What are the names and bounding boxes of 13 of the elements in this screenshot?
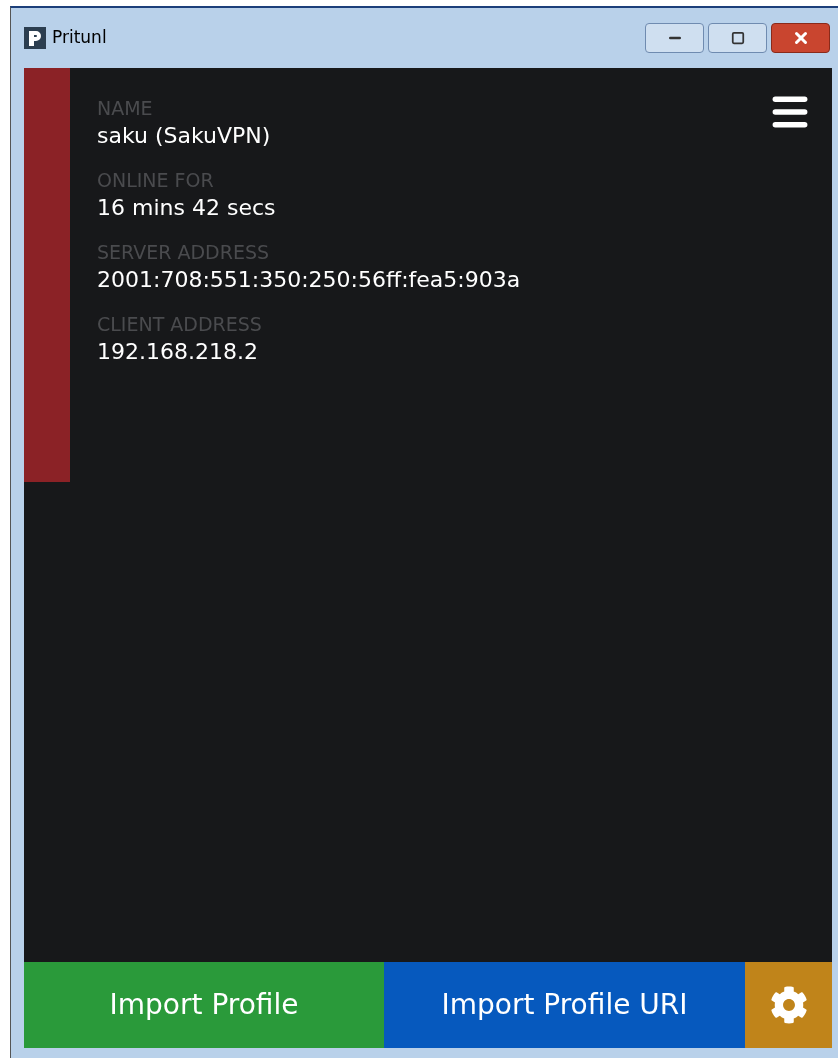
settings-icon	[769, 986, 808, 1024]
field-value: 192.168.218.2	[97, 338, 259, 366]
field-value: 16 mins 42 secs	[97, 194, 277, 222]
import-button[interactable]: Import Profile	[24, 962, 384, 1048]
maximize-icon	[730, 31, 745, 45]
field-value: saku (SakuVPN)	[97, 122, 272, 150]
window-title: Pritunl	[52, 26, 107, 50]
import-button[interactable]: Import Profile URI	[384, 962, 745, 1048]
field-value: 2001:708:551:350:250:56ff:fea5:903a	[97, 266, 521, 294]
settings-button[interactable]	[745, 962, 832, 1048]
close-button[interactable]	[771, 23, 830, 53]
maximize-button[interactable]	[708, 23, 767, 53]
app-logo-icon	[24, 27, 46, 49]
